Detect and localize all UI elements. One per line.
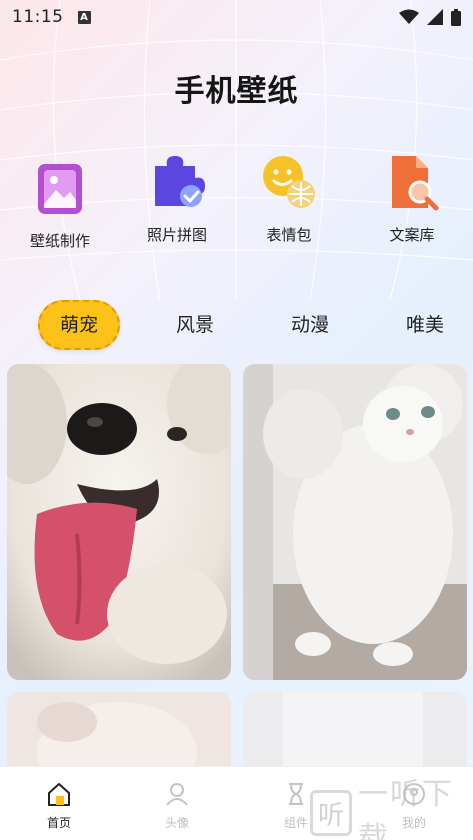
document-search-icon xyxy=(392,156,439,211)
tab-anime[interactable]: 动漫 xyxy=(275,300,345,350)
wallpaper-grid xyxy=(0,362,473,766)
feature-wallpaper-make[interactable]: 壁纸制作 xyxy=(5,158,115,251)
hourglass-icon xyxy=(289,783,303,805)
feature-photo-puzzle[interactable]: 照片拼图 xyxy=(122,152,232,245)
watermark-logo-icon: 听 xyxy=(310,790,352,836)
watermark: 听 一听下载 xyxy=(310,777,473,840)
signal-icon xyxy=(427,9,443,25)
wallpaper-card-4[interactable] xyxy=(243,692,467,766)
watermark-text: 一听下载 xyxy=(357,777,454,840)
feature-label: 表情包 xyxy=(266,226,312,244)
wifi-icon xyxy=(399,9,419,24)
tabbar-avatar[interactable]: 头像 xyxy=(142,781,212,831)
feature-shortcuts: 壁纸制作 照片拼图 表情包 文案库 xyxy=(0,156,473,258)
status-time: 11:15 xyxy=(12,7,64,27)
pet-photo-3 xyxy=(7,692,231,766)
status-bar: 11:15 A xyxy=(0,0,473,34)
feature-label: 照片拼图 xyxy=(146,226,207,244)
tabbar-label: 头像 xyxy=(164,816,189,830)
tab-scenery[interactable]: 风景 xyxy=(160,300,230,350)
tabbar-label: 首页 xyxy=(46,816,71,830)
battery-icon xyxy=(451,8,461,26)
tab-aesthetic[interactable]: 唯美 xyxy=(390,300,460,350)
tab-cute-pets[interactable]: 萌宠 xyxy=(38,300,120,350)
cat-photo xyxy=(243,364,467,680)
category-tabs: 萌宠 风景 动漫 唯美 xyxy=(0,300,473,352)
wallpaper-card-dog[interactable] xyxy=(7,364,231,680)
home-icon xyxy=(48,783,70,806)
puzzle-icon xyxy=(155,156,205,207)
feature-label: 壁纸制作 xyxy=(29,232,90,250)
emoji-icon xyxy=(263,156,315,208)
notification-icon: A xyxy=(77,10,91,24)
feature-copywriting[interactable]: 文案库 xyxy=(357,152,467,245)
page-title: 手机壁纸 xyxy=(174,74,299,109)
feature-label: 文案库 xyxy=(389,226,435,244)
wallpaper-card-cat[interactable] xyxy=(243,364,467,680)
feature-emoji[interactable]: 表情包 xyxy=(234,152,344,245)
wallpaper-card-3[interactable] xyxy=(7,692,231,766)
dog-photo xyxy=(7,364,231,680)
wallpaper-make-icon xyxy=(38,164,82,214)
tabbar-home[interactable]: 首页 xyxy=(24,781,94,831)
avatar-icon xyxy=(166,783,188,806)
pet-photo-4 xyxy=(243,692,467,766)
